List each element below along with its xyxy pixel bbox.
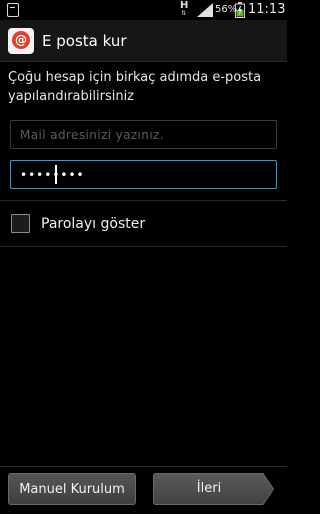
status-bar: H ⇅ 56% 11:13	[0, 0, 287, 20]
intro-text: Çoğu hesap için birkaç adımda e-posta ya…	[8, 70, 262, 104]
password-field[interactable]	[10, 160, 277, 189]
show-password-label[interactable]: Parolayı göster	[41, 213, 145, 235]
action-bar: @ E posta kur	[0, 20, 287, 62]
divider	[0, 246, 287, 247]
hplus-icon: H ⇅	[180, 0, 189, 18]
text-cursor	[55, 165, 57, 184]
next-button-label: İleri	[196, 481, 222, 496]
email-field[interactable]	[10, 120, 277, 149]
email-app-icon[interactable]: @	[8, 28, 34, 54]
signal-icon	[197, 3, 213, 17]
notification-icon	[7, 3, 19, 17]
manual-setup-button[interactable]: Manuel Kurulum	[8, 473, 136, 505]
battery-icon	[235, 2, 245, 18]
show-password-checkbox[interactable]	[11, 214, 30, 233]
at-sign-icon: @	[12, 31, 30, 49]
page-title: E posta kur	[42, 32, 127, 50]
clock: 11:13	[248, 2, 286, 17]
battery-percent: 56%	[215, 4, 238, 15]
divider	[0, 200, 287, 201]
next-button[interactable]: İleri	[153, 473, 274, 505]
screen: H ⇅ 56% 11:13 @ E posta kur Çoğu hesap i…	[0, 0, 287, 514]
